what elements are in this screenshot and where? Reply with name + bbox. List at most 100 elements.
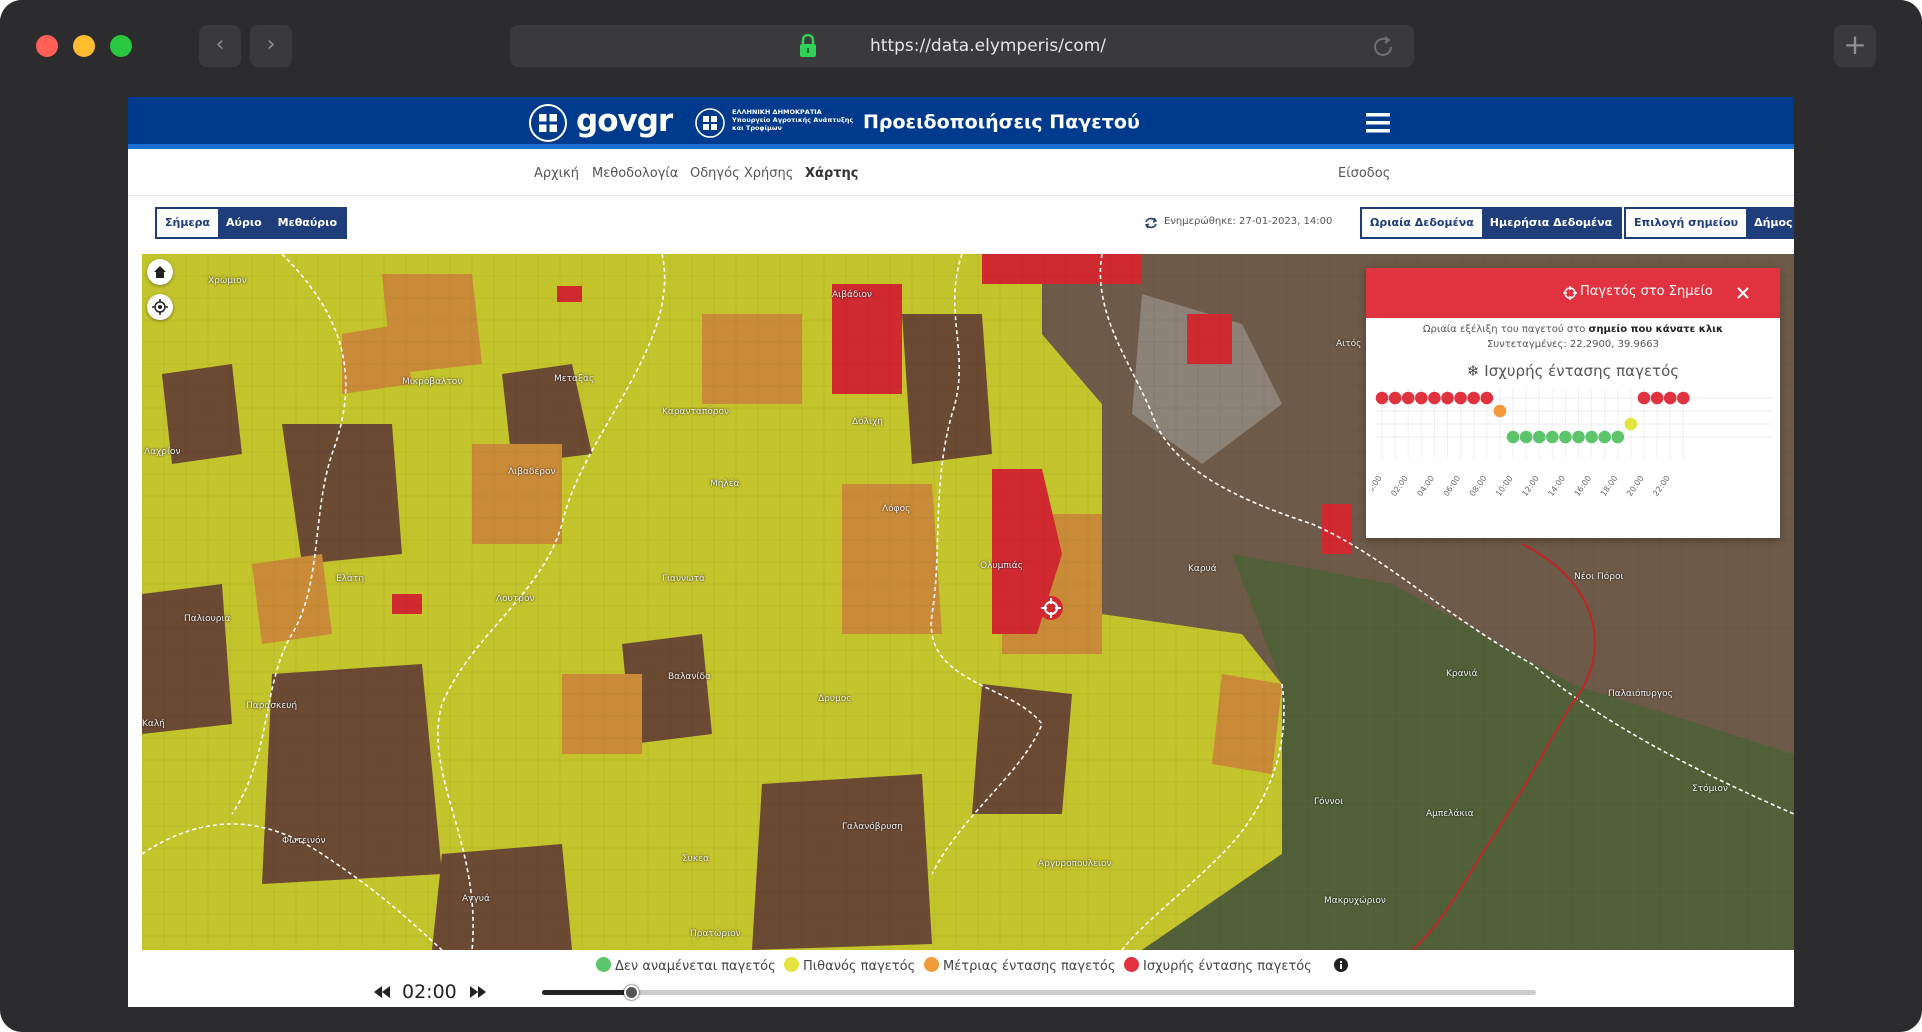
chart-point[interactable]: [1441, 391, 1454, 405]
chart-point[interactable]: [1519, 430, 1533, 444]
plus-icon: +: [1843, 28, 1867, 61]
current-time: 02:00: [402, 981, 457, 1003]
map-toolbar: Σήμερα Αύριο Μεθαύριο Ενημερώθηκε: 27-01…: [128, 197, 1794, 249]
close-window-button[interactable]: [36, 35, 58, 57]
chart-tick-label: 00:00: [1372, 474, 1384, 498]
site-header: govgr ΕΛΛΗΝΙΚΗ ΔΗΜΟΚΡΑΤΙΑ Υπουργείο Αγρο…: [128, 97, 1794, 149]
chart-point[interactable]: [1624, 417, 1638, 431]
tab-municipality[interactable]: Δήμος: [1746, 209, 1794, 237]
time-slider-thumb[interactable]: [624, 985, 640, 1000]
ministry-line-3: και Τροφίμων: [732, 124, 782, 132]
chart-point[interactable]: [1401, 391, 1415, 405]
tab-today[interactable]: Σήμερα: [157, 209, 218, 237]
place-label: Φωτεινόν: [282, 836, 326, 846]
place-label: Βαλανίδα: [668, 672, 711, 682]
place-label: Μεταξάς: [554, 374, 595, 384]
back-button[interactable]: ‹: [199, 25, 241, 67]
place-label: Γόννοι: [1314, 797, 1344, 807]
chart-point[interactable]: [1480, 391, 1494, 405]
snowflake-icon: ❄: [1466, 362, 1480, 380]
legend-swatch-yellow: [784, 957, 799, 972]
tab-point-select[interactable]: Επιλογή σημείου: [1626, 209, 1747, 237]
minimize-window-button[interactable]: [73, 35, 95, 57]
greek-emblem-logo: [529, 104, 567, 142]
legend-swatch-orange: [924, 957, 939, 972]
info-icon[interactable]: [1334, 958, 1348, 972]
chart-point[interactable]: [1663, 391, 1677, 405]
chart-point[interactable]: [1415, 391, 1428, 405]
address-bar[interactable]: https://data.elymperis/com/: [510, 25, 1414, 67]
chart-point[interactable]: [1454, 391, 1467, 405]
chart-point[interactable]: [1375, 391, 1389, 405]
tab-daily-data[interactable]: Ημερήσια Δεδομένα: [1482, 209, 1620, 237]
chart-point[interactable]: [1650, 391, 1664, 405]
tab-day-after[interactable]: Μεθαύριο: [270, 209, 345, 237]
time-controls: 02:00: [128, 979, 1794, 1007]
web-page: govgr ΕΛΛΗΝΙΚΗ ΔΗΜΟΚΡΑΤΙΑ Υπουργείο Αγρο…: [128, 97, 1794, 1007]
chart-point[interactable]: [1428, 391, 1441, 405]
chart-point[interactable]: [1493, 404, 1507, 418]
chart-point[interactable]: [1546, 430, 1559, 444]
place-label: Λαχρίον: [144, 447, 181, 457]
home-button[interactable]: [147, 259, 173, 285]
chart-point[interactable]: [1677, 391, 1690, 405]
popup-status-text: Ισχυρής έντασης παγετός: [1484, 362, 1680, 380]
tab-hourly-data[interactable]: Ωριαία Δεδομένα: [1362, 209, 1482, 237]
legend-label: Πιθανός παγετός: [803, 959, 916, 974]
day-selector: Σήμερα Αύριο Μεθαύριο: [155, 207, 348, 239]
url-text: https://data.elymperis/com/: [870, 36, 1107, 56]
nav-link-user-guide[interactable]: Οδηγός Χρήσης: [690, 166, 793, 181]
place-label: Πρατώριον: [690, 929, 741, 939]
reload-icon[interactable]: [1370, 34, 1396, 60]
place-label: Παλιουριά: [184, 614, 231, 624]
close-icon[interactable]: [1736, 286, 1750, 300]
legend-swatch-red: [1124, 957, 1139, 972]
place-label: Αιβάδιον: [832, 290, 872, 300]
new-tab-button[interactable]: +: [1834, 25, 1876, 67]
login-link[interactable]: Είσοδος: [1338, 166, 1390, 181]
ministry-name: ΕΛΛΗΝΙΚΗ ΔΗΜΟΚΡΑΤΙΑ Υπουργείο Αγροτικής …: [732, 108, 853, 132]
govgr-logo[interactable]: govgr: [576, 103, 673, 139]
hamburger-menu-icon[interactable]: [1366, 112, 1390, 134]
point-frost-popup: Παγετός στο Σημείο Ωριαία εξέλιξη του πα…: [1366, 268, 1780, 538]
place-label: Παλαιόπυργος: [1608, 689, 1673, 699]
chart-tick-label: 22:00: [1651, 474, 1672, 498]
popup-desc-bold: σημείο που κάνατε κλικ: [1588, 324, 1724, 335]
place-label: Αιτός: [1336, 339, 1362, 349]
legend-item-none: Δεν αναμένεται παγετός: [596, 957, 776, 974]
chevron-left-icon: ‹: [215, 32, 225, 57]
chart-point[interactable]: [1506, 430, 1520, 444]
chart-point[interactable]: [1559, 430, 1572, 444]
chart-point[interactable]: [1532, 430, 1546, 444]
chart-point[interactable]: [1388, 391, 1402, 405]
nav-link-map[interactable]: Χάρτης: [805, 166, 859, 181]
chart-point[interactable]: [1598, 430, 1611, 444]
chart-tick-label: 18:00: [1599, 474, 1620, 498]
chart-point[interactable]: [1467, 391, 1480, 405]
fast-forward-icon[interactable]: [470, 986, 486, 998]
chart-point[interactable]: [1572, 430, 1585, 444]
maximize-window-button[interactable]: [110, 35, 132, 57]
popup-title: Παγετός στο Σημείο: [1580, 284, 1713, 299]
main-nav: Αρχική Μεθοδολογία Οδηγός Χρήσης Χάρτης …: [128, 154, 1794, 196]
locate-button[interactable]: [147, 294, 173, 320]
updated-timestamp: Ενημερώθηκε: 27-01-2023, 14:00: [1164, 216, 1333, 227]
place-label: Μικρόβαλτον: [402, 377, 463, 387]
place-label: Χρώμιον: [208, 276, 247, 286]
place-label: Δρυμός: [818, 694, 852, 704]
ministry-line-2: Υπουργείο Αγροτικής Ανάπτυξης: [732, 116, 854, 124]
forward-button[interactable]: ›: [250, 25, 292, 67]
place-label: Δόλιχη: [852, 417, 883, 427]
nav-link-home[interactable]: Αρχική: [534, 166, 579, 181]
time-slider-fill: [542, 990, 632, 995]
chart-tick-label: 02:00: [1389, 474, 1410, 498]
place-label: Ελάτη: [336, 574, 365, 584]
time-slider-track[interactable]: [542, 985, 1536, 1000]
chart-point[interactable]: [1611, 430, 1625, 444]
chart-point[interactable]: [1637, 391, 1651, 405]
tab-tomorrow[interactable]: Αύριο: [218, 209, 270, 237]
crosshair-marker-icon[interactable]: [1038, 595, 1064, 621]
nav-link-methodology[interactable]: Μεθοδολογία: [592, 166, 678, 181]
rewind-icon[interactable]: [374, 986, 390, 998]
chart-point[interactable]: [1585, 430, 1598, 444]
